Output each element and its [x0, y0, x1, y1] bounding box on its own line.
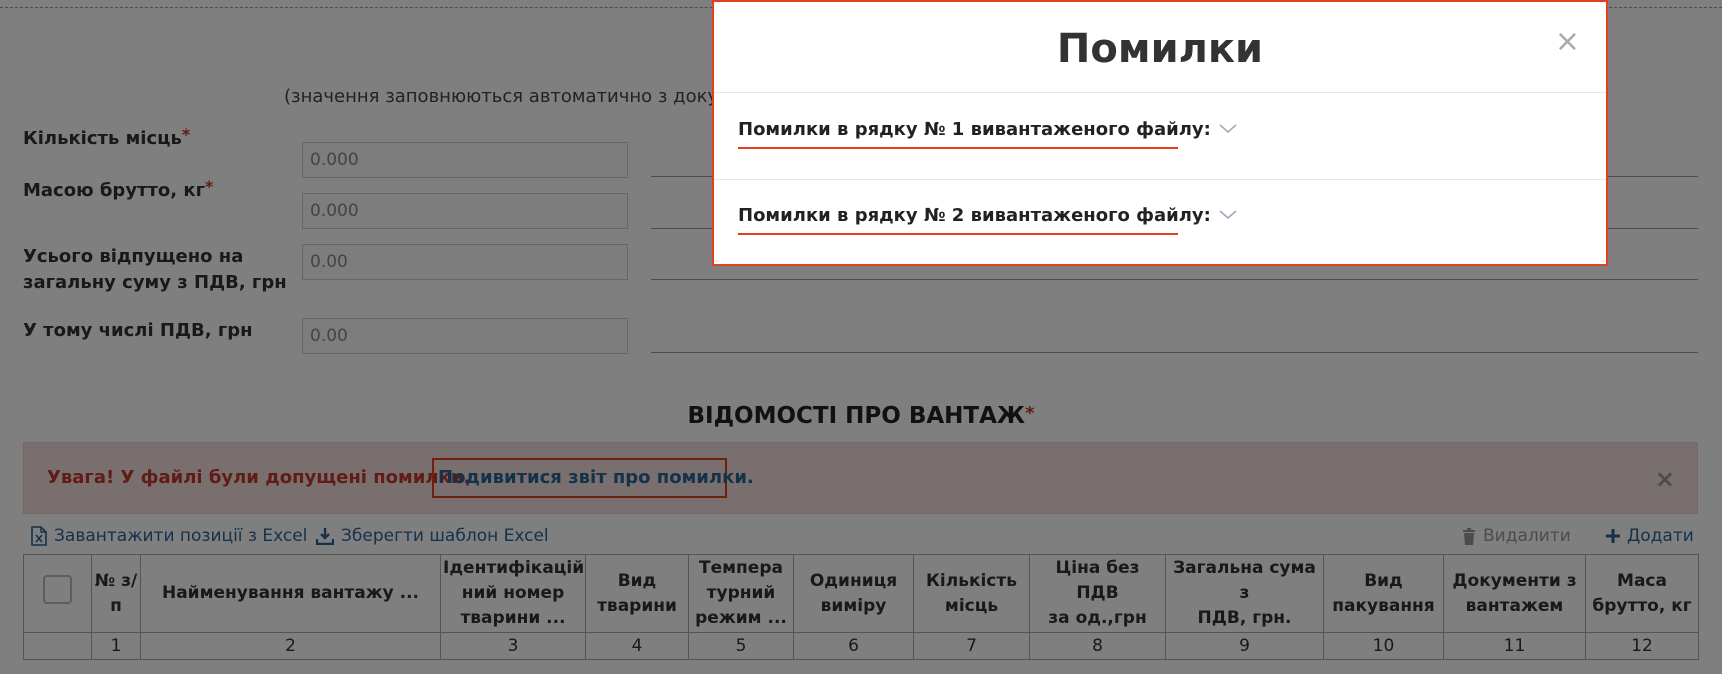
modal-divider — [714, 179, 1606, 180]
chevron-down-icon — [1219, 210, 1237, 219]
error-row-2-toggle[interactable]: Помилки в рядку № 2 вивантаженого файлу: — [738, 200, 1237, 230]
modal-title: Помилки — [1056, 26, 1264, 72]
modal-divider — [714, 92, 1606, 93]
error-row-1-toggle[interactable]: Помилки в рядку № 1 вивантаженого файлу: — [738, 114, 1237, 144]
error-underline — [738, 147, 1178, 149]
error-underline — [738, 233, 1178, 235]
chevron-down-icon — [1219, 124, 1237, 133]
error-row-label: Помилки в рядку № 1 вивантаженого файлу: — [738, 118, 1211, 140]
errors-modal: Помилки × Помилки в рядку № 1 вивантажен… — [712, 0, 1608, 266]
error-row-label: Помилки в рядку № 2 вивантаженого файлу: — [738, 204, 1211, 226]
close-icon[interactable]: × — [1555, 24, 1580, 59]
